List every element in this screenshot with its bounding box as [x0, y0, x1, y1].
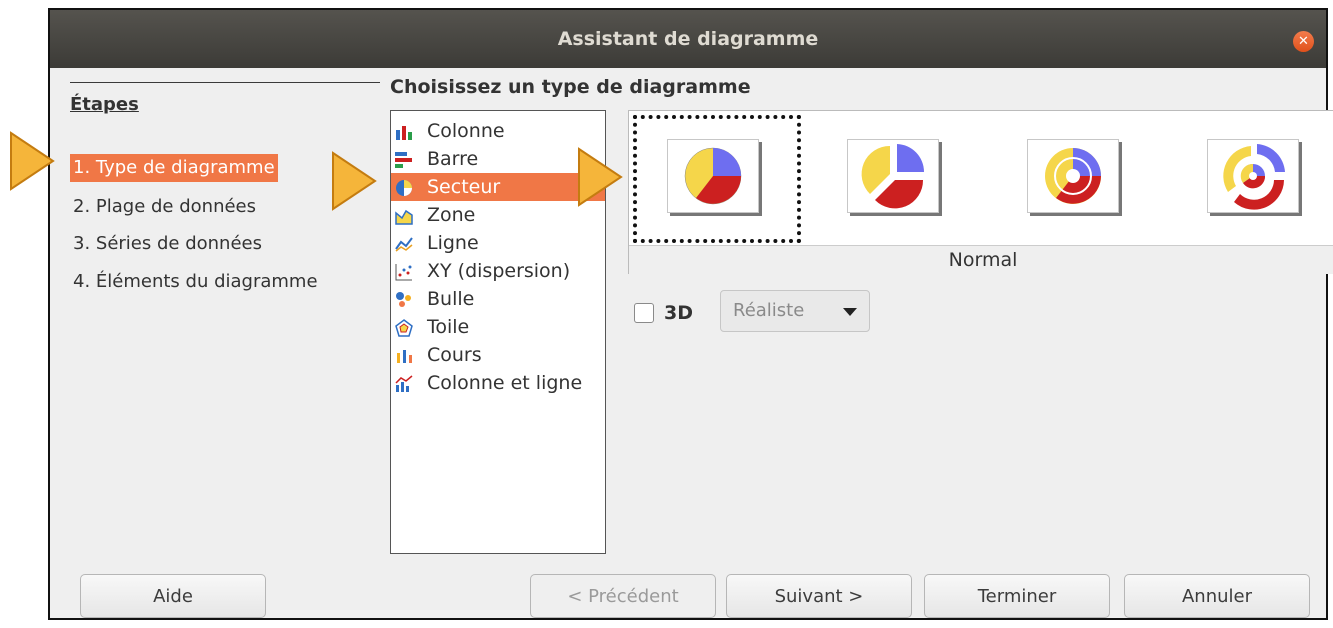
type-item-ligne[interactable]: Ligne	[391, 229, 605, 257]
type-label: Ligne	[427, 232, 479, 254]
type-label: Colonne	[427, 120, 505, 142]
chart-type-heading: Choisissez un type de diagramme	[390, 76, 751, 98]
area-chart-icon	[395, 209, 413, 225]
type-label: Secteur	[427, 176, 501, 198]
label-3d: 3D	[664, 302, 693, 324]
stock-chart-icon	[397, 350, 412, 363]
window-title: Assistant de diagramme	[557, 28, 819, 50]
type-label: Toile	[427, 316, 470, 338]
step-chart-type[interactable]: 1. Type de diagramme	[70, 154, 278, 182]
type-label: Cours	[427, 344, 482, 366]
net-chart-icon	[395, 319, 413, 337]
variant-pie-normal[interactable]	[633, 115, 801, 243]
step-data-range[interactable]: 2. Plage de données	[70, 193, 259, 221]
close-icon[interactable]: ✕	[1293, 31, 1314, 52]
type-label: XY (dispersion)	[427, 260, 571, 282]
type-item-xy[interactable]: XY (dispersion)	[391, 257, 605, 285]
chart-type-list[interactable]: Colonne Barre Secteur Zone Ligne XY (dis	[390, 110, 606, 554]
option-3d[interactable]: 3D	[634, 302, 693, 324]
type-item-secteur[interactable]: Secteur	[391, 173, 605, 201]
step-chart-elements[interactable]: 4. Éléments du diagramme	[70, 268, 321, 296]
step-data-series[interactable]: 3. Séries de données	[70, 230, 265, 258]
pointer-arrow-icon	[578, 147, 623, 207]
type-label: Colonne et ligne	[427, 372, 583, 394]
variant-pie-exploded[interactable]	[813, 115, 981, 243]
type-item-colonne[interactable]: Colonne	[391, 117, 605, 145]
pie-normal-icon	[667, 139, 759, 213]
scatter-chart-icon	[395, 264, 412, 281]
type-item-barre[interactable]: Barre	[391, 145, 605, 173]
style-select[interactable]: Réaliste	[720, 290, 870, 332]
pie-exploded-icon	[847, 139, 939, 213]
pointer-arrow-icon	[10, 131, 55, 191]
type-item-bulle[interactable]: Bulle	[391, 285, 605, 313]
cancel-button[interactable]: Annuler	[1124, 574, 1310, 618]
help-button[interactable]: Aide	[80, 574, 266, 618]
column-chart-icon	[396, 126, 412, 140]
checkbox-3d[interactable]	[634, 303, 654, 323]
pie-chart-icon	[396, 180, 412, 196]
style-select-value: Réaliste	[733, 300, 805, 321]
chart-variant-panel: Normal	[628, 110, 1333, 274]
line-chart-icon	[395, 237, 413, 252]
bar-chart-icon	[395, 152, 412, 168]
column-line-chart-icon	[395, 375, 413, 392]
type-item-colonne-ligne[interactable]: Colonne et ligne	[391, 369, 605, 397]
next-button[interactable]: Suivant >	[726, 574, 912, 618]
type-label: Zone	[427, 204, 476, 226]
donut-icon	[1027, 139, 1119, 213]
steps-divider	[70, 82, 380, 83]
type-item-cours[interactable]: Cours	[391, 341, 605, 369]
steps-title: Étapes	[70, 94, 139, 115]
variant-donut[interactable]	[993, 115, 1161, 243]
type-item-zone[interactable]: Zone	[391, 201, 605, 229]
bubble-chart-icon	[396, 292, 411, 307]
chevron-down-icon	[843, 308, 857, 316]
previous-button[interactable]: < Précédent	[530, 574, 716, 618]
type-label: Bulle	[427, 288, 475, 310]
finish-button[interactable]: Terminer	[924, 574, 1110, 618]
type-label: Barre	[427, 148, 479, 170]
chart-wizard-dialog: Assistant de diagramme ✕ Étapes 1. Type …	[48, 8, 1333, 620]
variant-donut-exploded[interactable]	[1173, 115, 1333, 243]
variant-label: Normal	[629, 245, 1333, 274]
title-bar[interactable]: Assistant de diagramme ✕	[50, 10, 1326, 68]
type-item-toile[interactable]: Toile	[391, 313, 605, 341]
pointer-arrow-icon	[332, 151, 377, 211]
donut-exploded-icon	[1207, 139, 1299, 213]
